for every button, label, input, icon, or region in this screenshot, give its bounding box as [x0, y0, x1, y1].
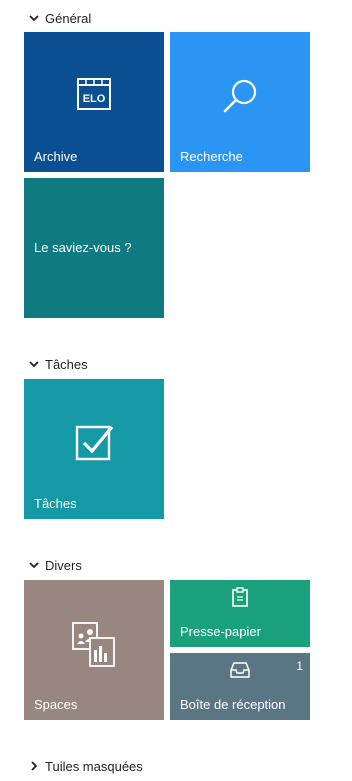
tile-archive-label: Archive [34, 149, 78, 164]
tile-recherche[interactable]: Recherche [170, 32, 310, 172]
tile-taches[interactable]: Tâches [24, 379, 164, 519]
section-title-taches: Tâches [45, 356, 88, 372]
tile-boite-de-reception-label: Boîte de réception [180, 697, 286, 712]
section-header-divers[interactable]: Divers [28, 555, 82, 575]
section-header-tuiles-masquees[interactable]: Tuiles masquées [28, 756, 143, 776]
tile-le-saviez-vous[interactable]: Le saviez-vous ? [24, 178, 164, 318]
tile-archive[interactable]: ELO Archive [24, 32, 164, 172]
tile-taches-label: Tâches [34, 496, 77, 511]
inbox-count-badge: 1 [296, 659, 303, 673]
tile-presse-papier[interactable]: Presse-papier [170, 580, 310, 647]
checkbox-icon [74, 421, 116, 463]
clipboard-icon [230, 586, 250, 608]
archive-elo-icon: ELO [76, 76, 112, 112]
tile-spaces-label: Spaces [34, 697, 78, 712]
section-title-general: Général [45, 10, 92, 26]
svg-text:ELO: ELO [83, 93, 106, 105]
chevron-right-icon [28, 760, 40, 772]
tile-recherche-label: Recherche [180, 149, 243, 164]
chevron-down-icon [28, 358, 40, 370]
spaces-icon [70, 620, 116, 668]
chevron-down-icon [28, 559, 40, 571]
chevron-down-icon [28, 12, 40, 24]
search-icon [220, 76, 260, 116]
tile-le-saviez-vous-label: Le saviez-vous ? [34, 240, 132, 255]
section-header-general[interactable]: Général [28, 8, 91, 28]
inbox-icon [229, 661, 251, 679]
section-header-taches[interactable]: Tâches [28, 354, 88, 374]
tile-presse-papier-label: Presse-papier [180, 624, 261, 639]
tile-spaces[interactable]: Spaces [24, 580, 164, 720]
section-title-divers: Divers [45, 557, 82, 573]
tile-boite-de-reception[interactable]: 1 Boîte de réception [170, 653, 310, 720]
section-title-tuiles-masquees: Tuiles masquées [45, 758, 143, 774]
